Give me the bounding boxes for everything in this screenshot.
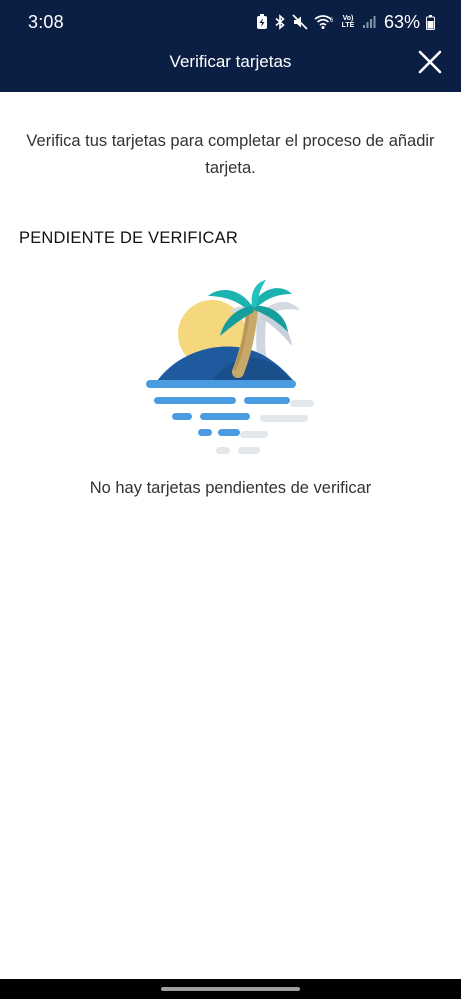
mute-icon: [292, 14, 308, 30]
app-header: 3:08 6 Vo) LTE 63% Verificar tarjetas: [0, 0, 461, 92]
system-nav-bar: [0, 979, 461, 999]
status-bar: 3:08 6 Vo) LTE 63%: [0, 0, 461, 44]
battery-icon: [426, 14, 435, 30]
status-time: 3:08: [28, 12, 64, 32]
page-title: Verificar tarjetas: [169, 52, 292, 71]
volte-icon: Vo) LTE: [341, 15, 355, 29]
home-indicator[interactable]: [161, 987, 300, 991]
close-button[interactable]: [417, 49, 443, 75]
wifi-icon: 6: [314, 14, 334, 30]
status-icons: 6 Vo) LTE 63%: [256, 10, 435, 34]
signal-icon: [362, 15, 376, 29]
empty-state-message: No hay tarjetas pendientes de verificar: [89, 479, 372, 497]
island-palm-illustration: [140, 274, 325, 464]
bluetooth-icon: [274, 14, 286, 30]
battery-percent: 63%: [383, 11, 420, 32]
svg-text:6: 6: [330, 18, 334, 24]
section-heading: PENDIENTE DE VERIFICAR: [19, 229, 238, 247]
close-icon[interactable]: [417, 49, 443, 75]
intro-text: Verifica tus tarjetas para completar el …: [26, 132, 435, 177]
battery-saver-icon: [256, 14, 268, 30]
